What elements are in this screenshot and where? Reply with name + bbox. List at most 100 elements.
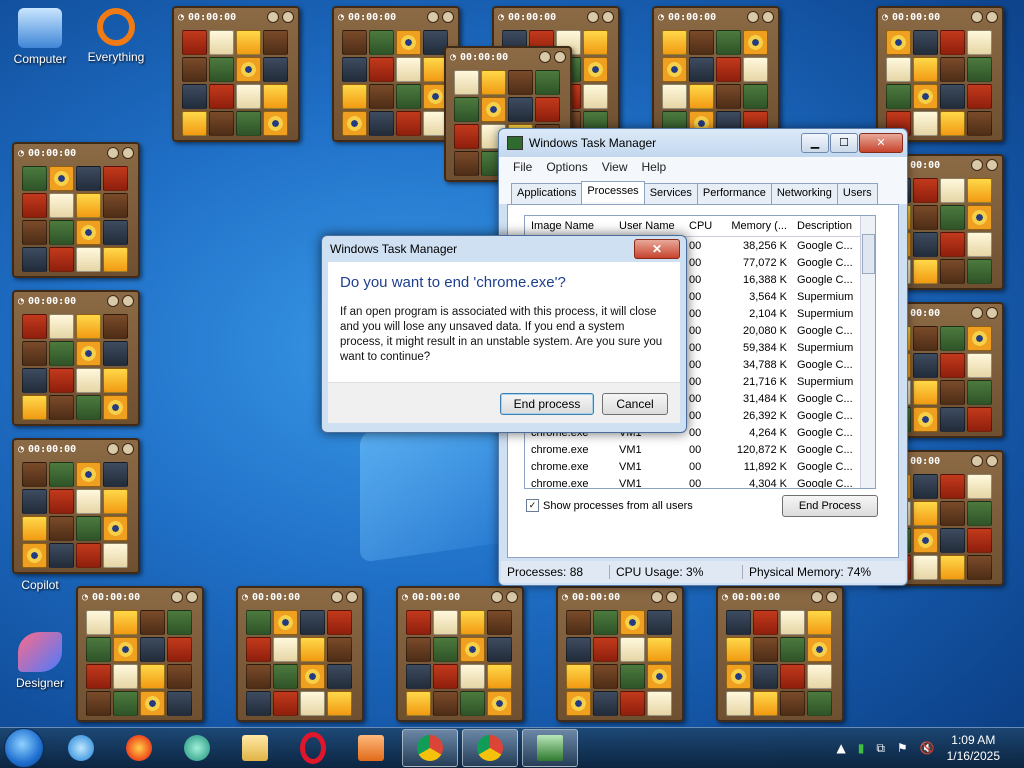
- puzzle-tile[interactable]: [940, 178, 965, 203]
- puzzle-tile[interactable]: [454, 97, 479, 122]
- puzzle-tile[interactable]: [49, 516, 74, 541]
- process-list-scrollbar[interactable]: [860, 216, 875, 488]
- gadget-help-button[interactable]: [811, 591, 823, 603]
- column-cpu[interactable]: CPU: [689, 220, 719, 232]
- puzzle-tile[interactable]: [49, 166, 74, 191]
- puzzle-tile[interactable]: [406, 664, 431, 689]
- puzzle-tile[interactable]: [913, 205, 938, 230]
- column-memory[interactable]: Memory (...: [719, 220, 793, 232]
- table-row[interactable]: chrome.exe VM1 00 11,892 K Google C...: [525, 458, 875, 475]
- column-description[interactable]: Description: [793, 220, 863, 232]
- puzzle-tile[interactable]: [508, 70, 533, 95]
- puzzle-tile[interactable]: [433, 664, 458, 689]
- puzzle-tile[interactable]: [807, 637, 832, 662]
- puzzle-tile[interactable]: [406, 610, 431, 635]
- gadget-settings-button[interactable]: [122, 295, 134, 307]
- puzzle-tile[interactable]: [103, 489, 128, 514]
- gadget-help-button[interactable]: [171, 591, 183, 603]
- taskbar-chrome-2[interactable]: [462, 729, 518, 767]
- puzzle-tile[interactable]: [913, 232, 938, 257]
- tab-networking[interactable]: Networking: [770, 183, 838, 204]
- action-center-flag-icon[interactable]: ⚑: [897, 741, 908, 755]
- puzzle-tile[interactable]: [583, 30, 608, 55]
- puzzle-tile[interactable]: [743, 84, 768, 109]
- gadget-settings-button[interactable]: [986, 455, 998, 467]
- puzzle-tile[interactable]: [620, 637, 645, 662]
- tab-services[interactable]: Services: [643, 183, 698, 204]
- puzzle-tile[interactable]: [236, 57, 261, 82]
- puzzle-tile[interactable]: [913, 259, 938, 284]
- puzzle-tile[interactable]: [167, 610, 192, 635]
- puzzle-tile[interactable]: [487, 610, 512, 635]
- puzzle-tile[interactable]: [300, 610, 325, 635]
- puzzle-tile[interactable]: [913, 84, 938, 109]
- puzzle-tile[interactable]: [753, 637, 778, 662]
- column-user-name[interactable]: User Name: [619, 220, 689, 232]
- puzzle-tile[interactable]: [300, 664, 325, 689]
- puzzle-tile[interactable]: [406, 637, 431, 662]
- puzzle-tile[interactable]: [22, 166, 47, 191]
- puzzle-tile[interactable]: [406, 691, 431, 716]
- puzzle-tile[interactable]: [716, 84, 741, 109]
- puzzle-tile[interactable]: [49, 368, 74, 393]
- puzzle-tile[interactable]: [967, 205, 992, 230]
- puzzle-tile[interactable]: [967, 259, 992, 284]
- taskbar-opera[interactable]: [286, 730, 340, 766]
- puzzle-tile[interactable]: [76, 543, 101, 568]
- puzzle-tile[interactable]: [167, 664, 192, 689]
- puzzle-tile[interactable]: [22, 247, 47, 272]
- gadget-help-button[interactable]: [427, 11, 439, 23]
- dialog-titlebar[interactable]: Windows Task Manager ✕: [322, 236, 686, 262]
- puzzle-tile[interactable]: [369, 57, 394, 82]
- tab-processes[interactable]: Processes: [581, 181, 645, 202]
- puzzle-tile[interactable]: [913, 474, 938, 499]
- puzzle-tile[interactable]: [967, 84, 992, 109]
- taskbar-firefox[interactable]: [112, 730, 166, 766]
- puzzle-tile[interactable]: [913, 111, 938, 136]
- gadget-help-button[interactable]: [107, 295, 119, 307]
- puzzle-tile[interactable]: [593, 610, 618, 635]
- gadget-settings-button[interactable]: [986, 11, 998, 23]
- gadget-settings-button[interactable]: [282, 11, 294, 23]
- puzzle-tile[interactable]: [780, 637, 805, 662]
- gadget-help-button[interactable]: [107, 147, 119, 159]
- puzzle-tile[interactable]: [940, 259, 965, 284]
- maximize-button[interactable]: ☐: [830, 133, 858, 153]
- menu-options[interactable]: Options: [546, 160, 587, 174]
- puzzle-tile[interactable]: [49, 193, 74, 218]
- puzzle-tile[interactable]: [182, 84, 207, 109]
- puzzle-tile[interactable]: [583, 84, 608, 109]
- puzzle-tile[interactable]: [263, 30, 288, 55]
- puzzle-tile[interactable]: [647, 610, 672, 635]
- puzzle-tile[interactable]: [913, 57, 938, 82]
- puzzle-tile[interactable]: [246, 610, 271, 635]
- puzzle-gadget[interactable]: ◔00:00:00: [332, 6, 460, 142]
- puzzle-tile[interactable]: [76, 341, 101, 366]
- task-manager-titlebar[interactable]: Windows Task Manager ▁ ☐ ✕: [499, 129, 907, 157]
- puzzle-tile[interactable]: [647, 664, 672, 689]
- tray-app-icon[interactable]: ▮: [858, 741, 865, 755]
- minimize-button[interactable]: ▁: [801, 133, 829, 153]
- taskbar-explorer[interactable]: [228, 730, 282, 766]
- puzzle-tile[interactable]: [167, 691, 192, 716]
- puzzle-tile[interactable]: [182, 57, 207, 82]
- puzzle-tile[interactable]: [886, 57, 911, 82]
- puzzle-tile[interactable]: [49, 247, 74, 272]
- puzzle-tile[interactable]: [49, 341, 74, 366]
- puzzle-tile[interactable]: [726, 664, 751, 689]
- puzzle-tile[interactable]: [263, 111, 288, 136]
- puzzle-tile[interactable]: [76, 314, 101, 339]
- puzzle-tile[interactable]: [369, 111, 394, 136]
- puzzle-tile[interactable]: [940, 57, 965, 82]
- puzzle-tile[interactable]: [913, 407, 938, 432]
- puzzle-tile[interactable]: [566, 610, 591, 635]
- puzzle-tile[interactable]: [647, 691, 672, 716]
- puzzle-tile[interactable]: [113, 691, 138, 716]
- puzzle-tile[interactable]: [460, 637, 485, 662]
- table-row[interactable]: chrome.exe VM1 00 120,872 K Google C...: [525, 441, 875, 458]
- puzzle-tile[interactable]: [940, 326, 965, 351]
- puzzle-tile[interactable]: [886, 30, 911, 55]
- desktop-icon-everything[interactable]: Everything: [76, 8, 156, 64]
- puzzle-tile[interactable]: [433, 637, 458, 662]
- puzzle-tile[interactable]: [940, 84, 965, 109]
